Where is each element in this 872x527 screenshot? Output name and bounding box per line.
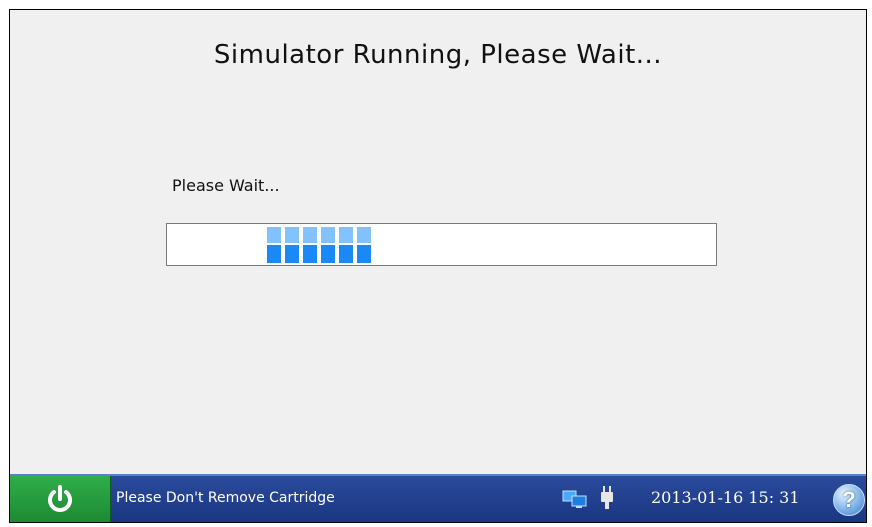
- progress-block: [339, 227, 353, 263]
- progress-blocks: [267, 227, 371, 263]
- progress-block: [357, 227, 371, 263]
- datetime: 2013-01-16 15: 31: [651, 488, 800, 507]
- progress-block: [303, 227, 317, 263]
- help-icon: ?: [842, 487, 856, 512]
- wait-message: Please Wait...: [172, 176, 280, 195]
- taskbar: Please Don't Remove Cartridge 2013-01-16…: [10, 474, 866, 522]
- power-button[interactable]: [10, 476, 111, 522]
- progress-bar: [166, 223, 717, 266]
- power-icon: [48, 485, 72, 512]
- progress-block: [285, 227, 299, 263]
- progress-block: [321, 227, 335, 263]
- power-plug-icon: [601, 486, 613, 509]
- main-window: Simulator Running, Please Wait... Please…: [9, 9, 867, 523]
- help-button[interactable]: ?: [833, 484, 865, 516]
- page-title: Simulator Running, Please Wait...: [213, 40, 663, 70]
- network-icon: [562, 490, 587, 508]
- progress-block: [267, 227, 281, 263]
- status-text: Please Don't Remove Cartridge: [116, 490, 335, 506]
